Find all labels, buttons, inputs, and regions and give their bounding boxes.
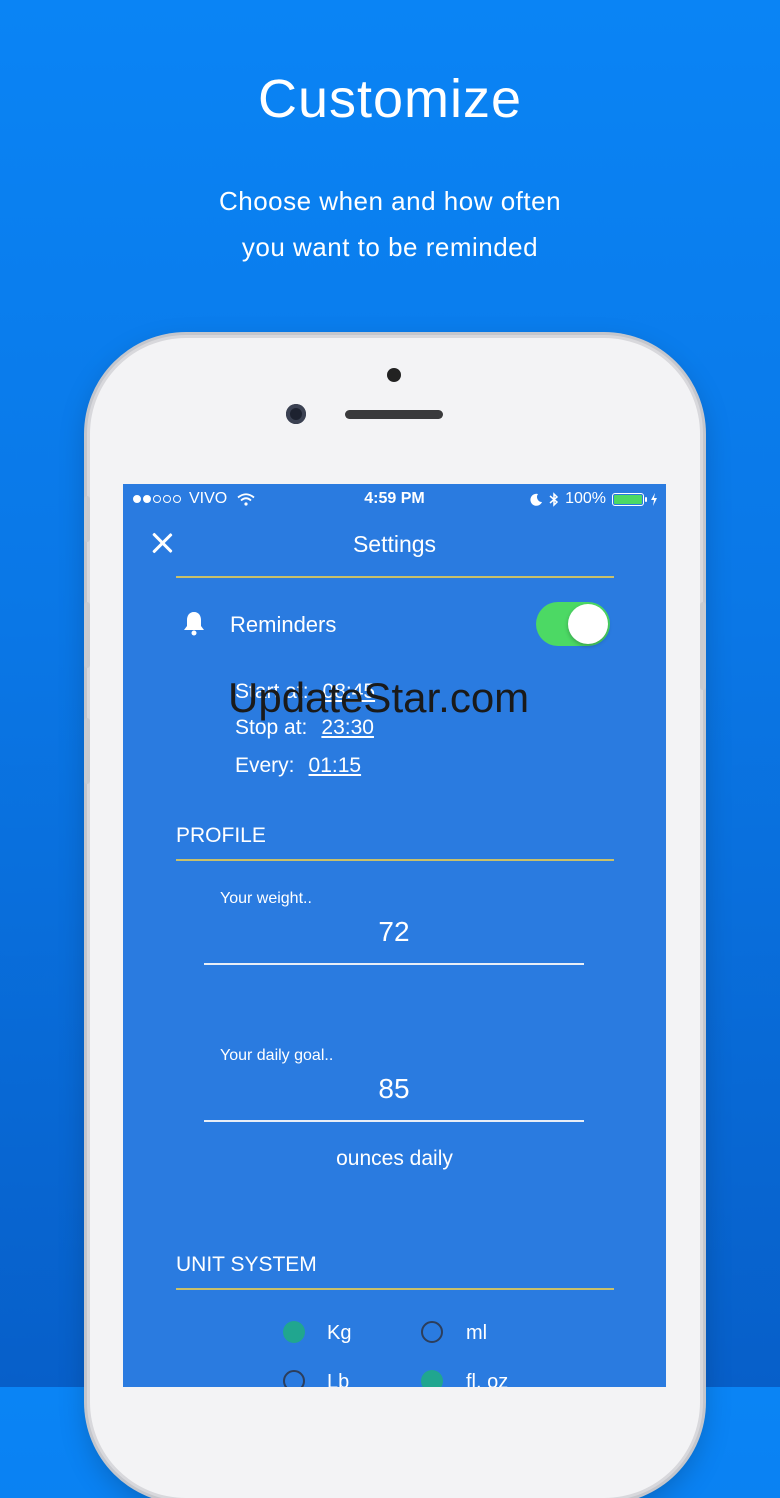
radio-lb-label[interactable]: Lb xyxy=(327,1371,349,1387)
battery-icon xyxy=(612,492,647,506)
phone-power-button xyxy=(700,602,706,690)
phone-mute-switch xyxy=(84,496,90,542)
radio-ml[interactable] xyxy=(421,1321,443,1343)
reminders-toggle[interactable] xyxy=(536,602,610,646)
goal-units-caption: ounces daily xyxy=(336,1147,453,1170)
bluetooth-icon xyxy=(549,491,559,507)
promo-headline: Customize xyxy=(257,69,523,129)
phone-volume-down xyxy=(84,718,90,784)
unit-system-section-title: UNIT SYSTEM xyxy=(176,1253,317,1276)
phone-volume-up xyxy=(84,602,90,668)
toggle-knob xyxy=(568,604,608,644)
radio-kg-label[interactable]: Kg xyxy=(327,1322,351,1345)
watermark-text: UpdateStar.com xyxy=(228,674,530,721)
phone-speaker xyxy=(345,410,443,419)
interval-label: Every: xyxy=(235,754,295,777)
battery-percent: 100% xyxy=(565,490,606,507)
reminders-label: Reminders xyxy=(230,612,337,637)
daily-goal-underline xyxy=(204,1120,584,1122)
radio-fl-oz[interactable] xyxy=(421,1370,443,1387)
phone-camera xyxy=(286,404,306,424)
moon-icon xyxy=(530,493,543,506)
unit-system-divider xyxy=(176,1288,614,1290)
radio-lb[interactable] xyxy=(283,1370,305,1387)
app-screen: VIVO 4:59 PM 100% Settings Reminders Sta… xyxy=(123,484,666,1387)
charging-bolt-icon xyxy=(651,492,657,506)
radio-ml-label[interactable]: ml xyxy=(466,1322,487,1345)
bell-icon xyxy=(184,612,204,636)
daily-goal-label: Your daily goal.. xyxy=(220,1047,334,1064)
page-title: Settings xyxy=(352,531,437,557)
weight-underline xyxy=(204,963,584,965)
profile-divider xyxy=(176,859,614,861)
radio-fl-oz-label[interactable]: fl. oz xyxy=(466,1371,508,1387)
interval-value[interactable]: 01:15 xyxy=(309,754,362,777)
weight-input[interactable]: 72 xyxy=(204,916,584,948)
daily-goal-input[interactable]: 85 xyxy=(204,1073,584,1105)
radio-kg[interactable] xyxy=(283,1321,305,1343)
profile-section-title: PROFILE xyxy=(176,824,266,847)
weight-label: Your weight.. xyxy=(220,890,312,907)
status-bar: VIVO 4:59 PM 100% xyxy=(123,484,666,514)
promo-subline-1: Choose when and how often xyxy=(218,186,562,216)
phone-sensor xyxy=(387,368,401,382)
promo-subline-2: you want to be reminded xyxy=(241,232,539,262)
header-divider xyxy=(176,576,614,578)
interval-row: Every: 01:15 xyxy=(235,754,361,778)
